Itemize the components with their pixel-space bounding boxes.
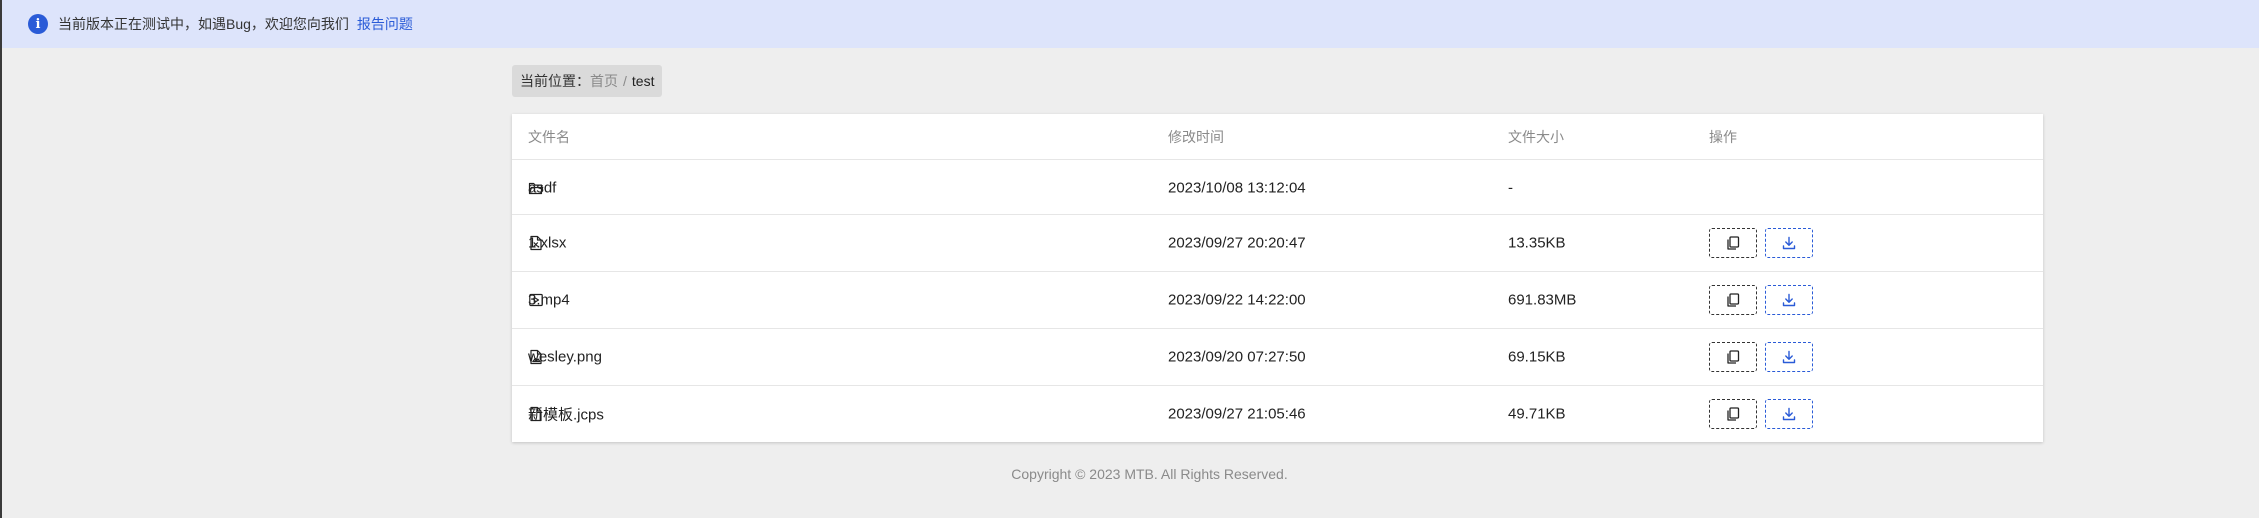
header-actions: 操作 <box>1709 128 1737 145</box>
row-actions <box>1709 228 1813 258</box>
file-name: wesley.png <box>528 348 602 366</box>
copy-link-button[interactable] <box>1709 285 1757 315</box>
table-row[interactable]: 3.mp4 2023/09/22 14:22:00 691.83MB <box>512 272 2043 329</box>
file-name: 新模板.jcps <box>528 406 604 424</box>
header-modified: 修改时间 <box>1168 128 1224 145</box>
modified-time: 2023/09/22 14:22:00 <box>1168 291 1306 309</box>
row-actions <box>1709 399 1813 429</box>
footer: Copyright © 2023 MTB. All Rights Reserve… <box>0 466 2259 482</box>
file-size: 691.83MB <box>1508 291 1577 309</box>
copy-link-button[interactable] <box>1709 399 1757 429</box>
file-size: - <box>1508 179 1513 196</box>
banner-message: 当前版本正在测试中，如遇Bug，欢迎您向我们 <box>58 16 349 32</box>
table-row[interactable]: 新模板.jcps 2023/09/27 21:05:46 49.71KB <box>512 386 2043 442</box>
file-size: 13.35KB <box>1508 234 1566 252</box>
copy-link-button[interactable] <box>1709 228 1757 258</box>
info-icon: i <box>28 14 48 34</box>
breadcrumb-label: 当前位置： <box>520 73 590 89</box>
file-name: 1.xlsx <box>528 234 567 252</box>
file-size: 49.71KB <box>1508 405 1566 423</box>
table-row[interactable]: wesley.png 2023/09/20 07:27:50 69.15KB <box>512 329 2043 386</box>
table-header: 文件名 修改时间 文件大小 操作 <box>512 114 2043 160</box>
modified-time: 2023/09/20 07:27:50 <box>1168 348 1306 366</box>
copyright-text: Copyright © 2023 MTB. All Rights Reserve… <box>1011 466 1288 482</box>
breadcrumb-separator: / <box>623 73 627 89</box>
download-button[interactable] <box>1765 285 1813 315</box>
copy-link-button[interactable] <box>1709 342 1757 372</box>
modified-time: 2023/10/08 13:12:04 <box>1168 179 1306 196</box>
breadcrumb-current: test <box>631 73 655 89</box>
modified-time: 2023/09/27 21:05:46 <box>1168 405 1306 423</box>
file-size: 69.15KB <box>1508 348 1566 366</box>
download-button[interactable] <box>1765 342 1813 372</box>
window-left-border <box>0 0 2 518</box>
download-icon <box>1781 235 1797 251</box>
notice-banner: i 当前版本正在测试中，如遇Bug，欢迎您向我们 报告问题 <box>2 0 2259 48</box>
download-button[interactable] <box>1765 399 1813 429</box>
copy-icon <box>1725 235 1741 251</box>
row-actions <box>1709 342 1813 372</box>
header-size: 文件大小 <box>1508 128 1564 145</box>
table-row[interactable]: 1.xlsx 2023/09/27 20:20:47 13.35KB <box>512 215 2043 272</box>
report-issue-link[interactable]: 报告问题 <box>357 14 413 34</box>
file-name: 3.mp4 <box>528 291 570 309</box>
download-icon <box>1781 292 1797 308</box>
header-filename: 文件名 <box>528 128 570 145</box>
copy-icon <box>1725 292 1741 308</box>
breadcrumb-home-link[interactable]: 首页 <box>590 71 618 91</box>
download-button[interactable] <box>1765 228 1813 258</box>
table-row[interactable]: asdf 2023/10/08 13:12:04 - <box>512 161 2043 215</box>
file-name: asdf <box>528 179 557 196</box>
copy-icon <box>1725 406 1741 422</box>
download-icon <box>1781 406 1797 422</box>
download-icon <box>1781 349 1797 365</box>
modified-time: 2023/09/27 20:20:47 <box>1168 234 1306 252</box>
row-actions <box>1709 285 1813 315</box>
file-table: 文件名 修改时间 文件大小 操作 asdf 2023/10/08 13:12:0… <box>512 114 2043 442</box>
breadcrumb: 当前位置： 首页 / test <box>512 65 663 97</box>
copy-icon <box>1725 349 1741 365</box>
